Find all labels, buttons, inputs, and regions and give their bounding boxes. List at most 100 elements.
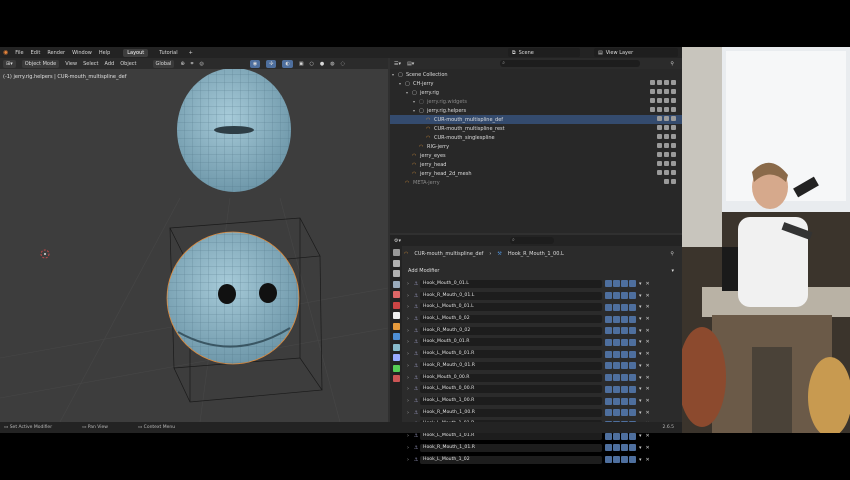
chevron-right-icon[interactable]: › [404,386,412,392]
chevron-down-icon[interactable]: ▾ [639,351,642,357]
render-icon[interactable] [629,327,636,335]
outliner-row[interactable]: ◠ jerry_head [390,160,682,169]
expand-arrow-icon[interactable]: ▾ [406,90,408,95]
eye-icon[interactable] [664,134,669,139]
viewport-display-icon[interactable] [621,409,628,417]
chevron-down-icon[interactable]: ▾ [639,433,642,439]
modifier-panel[interactable]: › ⚓ Hook_R_Mouth_0_02 ▾ ✕ [404,325,678,337]
viewport-display-icon[interactable] [621,350,628,358]
chevron-right-icon[interactable]: › [404,316,412,322]
eye-icon[interactable] [664,179,669,184]
render-icon[interactable] [629,409,636,417]
gizmo-button[interactable]: ✣ [266,59,277,68]
filter-icon[interactable]: ⚲ [670,61,674,67]
render-icon[interactable] [629,362,636,370]
view-layer-selector[interactable]: ▤ View Layer [594,48,678,57]
camera-icon[interactable] [671,134,676,139]
viewport-display-icon[interactable] [621,280,628,288]
viewport-display-icon[interactable] [621,338,628,346]
world-tab-icon[interactable] [392,301,400,309]
chevron-down-icon[interactable]: ▾ [639,339,642,345]
chevron-right-icon[interactable]: › [404,375,412,381]
edit-cage-icon[interactable] [605,327,612,335]
eye-icon[interactable] [664,161,669,166]
scene-selector[interactable]: ⧉ Scene [508,48,580,57]
modifier-panel[interactable]: › ⚓ Hook_R_Mouth_0_01.L ▾ ✕ [404,290,678,302]
outliner-row[interactable]: ▾ ▢ jerry.rig.helpers [390,106,682,115]
edit-cage-icon[interactable] [605,280,612,288]
modifier-tab-icon[interactable] [392,333,400,340]
remove-modifier-icon[interactable]: ✕ [646,445,650,451]
render-icon[interactable] [629,397,636,405]
modifier-panel[interactable]: › ⚓ Hook_Mouth_0_01.L ▾ ✕ [404,278,678,290]
camera-icon[interactable] [671,161,676,166]
viewport-display-icon[interactable] [621,385,628,393]
outliner-row[interactable]: ◠ CUR-mouth_multispline_def [390,115,682,124]
remove-modifier-icon[interactable]: ✕ [646,375,650,381]
object-mode-select[interactable]: Object Mode [21,59,60,68]
remove-modifier-icon[interactable]: ✕ [646,304,650,310]
render-icon[interactable] [629,432,636,440]
eye-icon[interactable] [664,89,669,94]
edit-cage-icon[interactable] [605,444,612,452]
edit-cage-icon[interactable] [605,432,612,440]
chevron-down-icon[interactable]: ▾ [639,328,642,334]
modifier-panel[interactable]: › ⚓ Hook_R_Mouth_0_01.R ▾ ✕ [404,360,678,372]
outliner-row[interactable]: ◠ RIG-jerry [390,142,682,151]
render-icon[interactable] [629,292,636,300]
exclude-checkbox-icon[interactable] [650,98,655,103]
chevron-down-icon[interactable]: ▾ [639,457,642,463]
view-layer-tab-icon[interactable] [392,280,400,288]
modifier-name-field[interactable]: Hook_L_Mouth_1_02 [420,455,602,464]
modifier-name-field[interactable]: Hook_R_Mouth_0_01.R [420,361,602,370]
edit-cage-icon[interactable] [605,338,612,346]
eye-icon[interactable] [664,116,669,121]
select-arrow-icon[interactable] [657,152,662,157]
select-arrow-icon[interactable] [657,116,662,121]
eye-icon[interactable] [664,143,669,148]
edit-mode-icon[interactable] [613,350,620,358]
modifier-name-field[interactable]: Hook_R_Mouth_0_02 [420,326,602,335]
shading-solid-icon[interactable]: ● [320,61,324,67]
menu-object[interactable]: Object [120,61,136,67]
outliner-row[interactable]: ▾ ▢ CH-jerry [390,79,682,88]
menu-window[interactable]: Window [72,50,92,56]
camera-icon[interactable] [671,89,676,94]
edit-mode-icon[interactable] [613,280,620,288]
menu-file[interactable]: File [15,50,23,56]
3d-viewport[interactable]: ⊞▾ Object Mode View Select Add Object Gl… [0,58,388,422]
exclude-checkbox-icon[interactable] [650,80,655,85]
edit-mode-icon[interactable] [613,362,620,370]
chevron-down-icon[interactable]: ▾ [639,316,642,322]
select-arrow-icon[interactable] [657,107,662,112]
modifier-name-field[interactable]: Hook_L_Mouth_0_00.R [420,385,602,394]
render-tab-icon[interactable] [392,259,400,267]
modifier-name-field[interactable]: Hook_L_Mouth_0_01.R [420,350,602,359]
shading-material-icon[interactable]: ◍ [330,61,334,67]
edit-mode-icon[interactable] [613,444,620,452]
viewport-display-icon[interactable] [621,292,628,300]
proportional-icon[interactable]: ◎ [199,61,203,67]
select-arrow-icon[interactable] [657,125,662,130]
modifier-panel[interactable]: › ⚓ Hook_L_Mouth_1_02 ▾ ✕ [404,454,678,466]
render-icon[interactable] [629,315,636,323]
render-icon[interactable] [629,385,636,393]
remove-modifier-icon[interactable]: ✕ [646,328,650,334]
select-arrow-icon[interactable] [657,134,662,139]
shading-wire-icon[interactable]: ○ [310,61,314,67]
edit-cage-icon[interactable] [605,292,612,300]
constraint-tab-icon[interactable] [392,354,400,361]
modifier-panel[interactable]: › ⚓ Hook_Mouth_0_00.R ▾ ✕ [404,372,678,384]
edit-mode-icon[interactable] [613,374,620,382]
eye-icon[interactable] [664,125,669,130]
viewport-display-icon[interactable] [621,397,628,405]
edit-mode-icon[interactable] [613,303,620,311]
render-icon[interactable] [629,350,636,358]
tab-layout[interactable]: Layout [123,48,149,57]
select-arrow-icon[interactable] [657,98,662,103]
remove-modifier-icon[interactable]: ✕ [646,457,650,463]
modifier-panel[interactable]: › ⚓ Hook_L_Mouth_0_02 ▾ ✕ [404,313,678,325]
3d-cursor-icon[interactable] [40,249,50,259]
modifier-name-field[interactable]: Hook_L_Mouth_0_01.L [420,303,602,312]
chevron-right-icon[interactable]: › [404,293,412,299]
